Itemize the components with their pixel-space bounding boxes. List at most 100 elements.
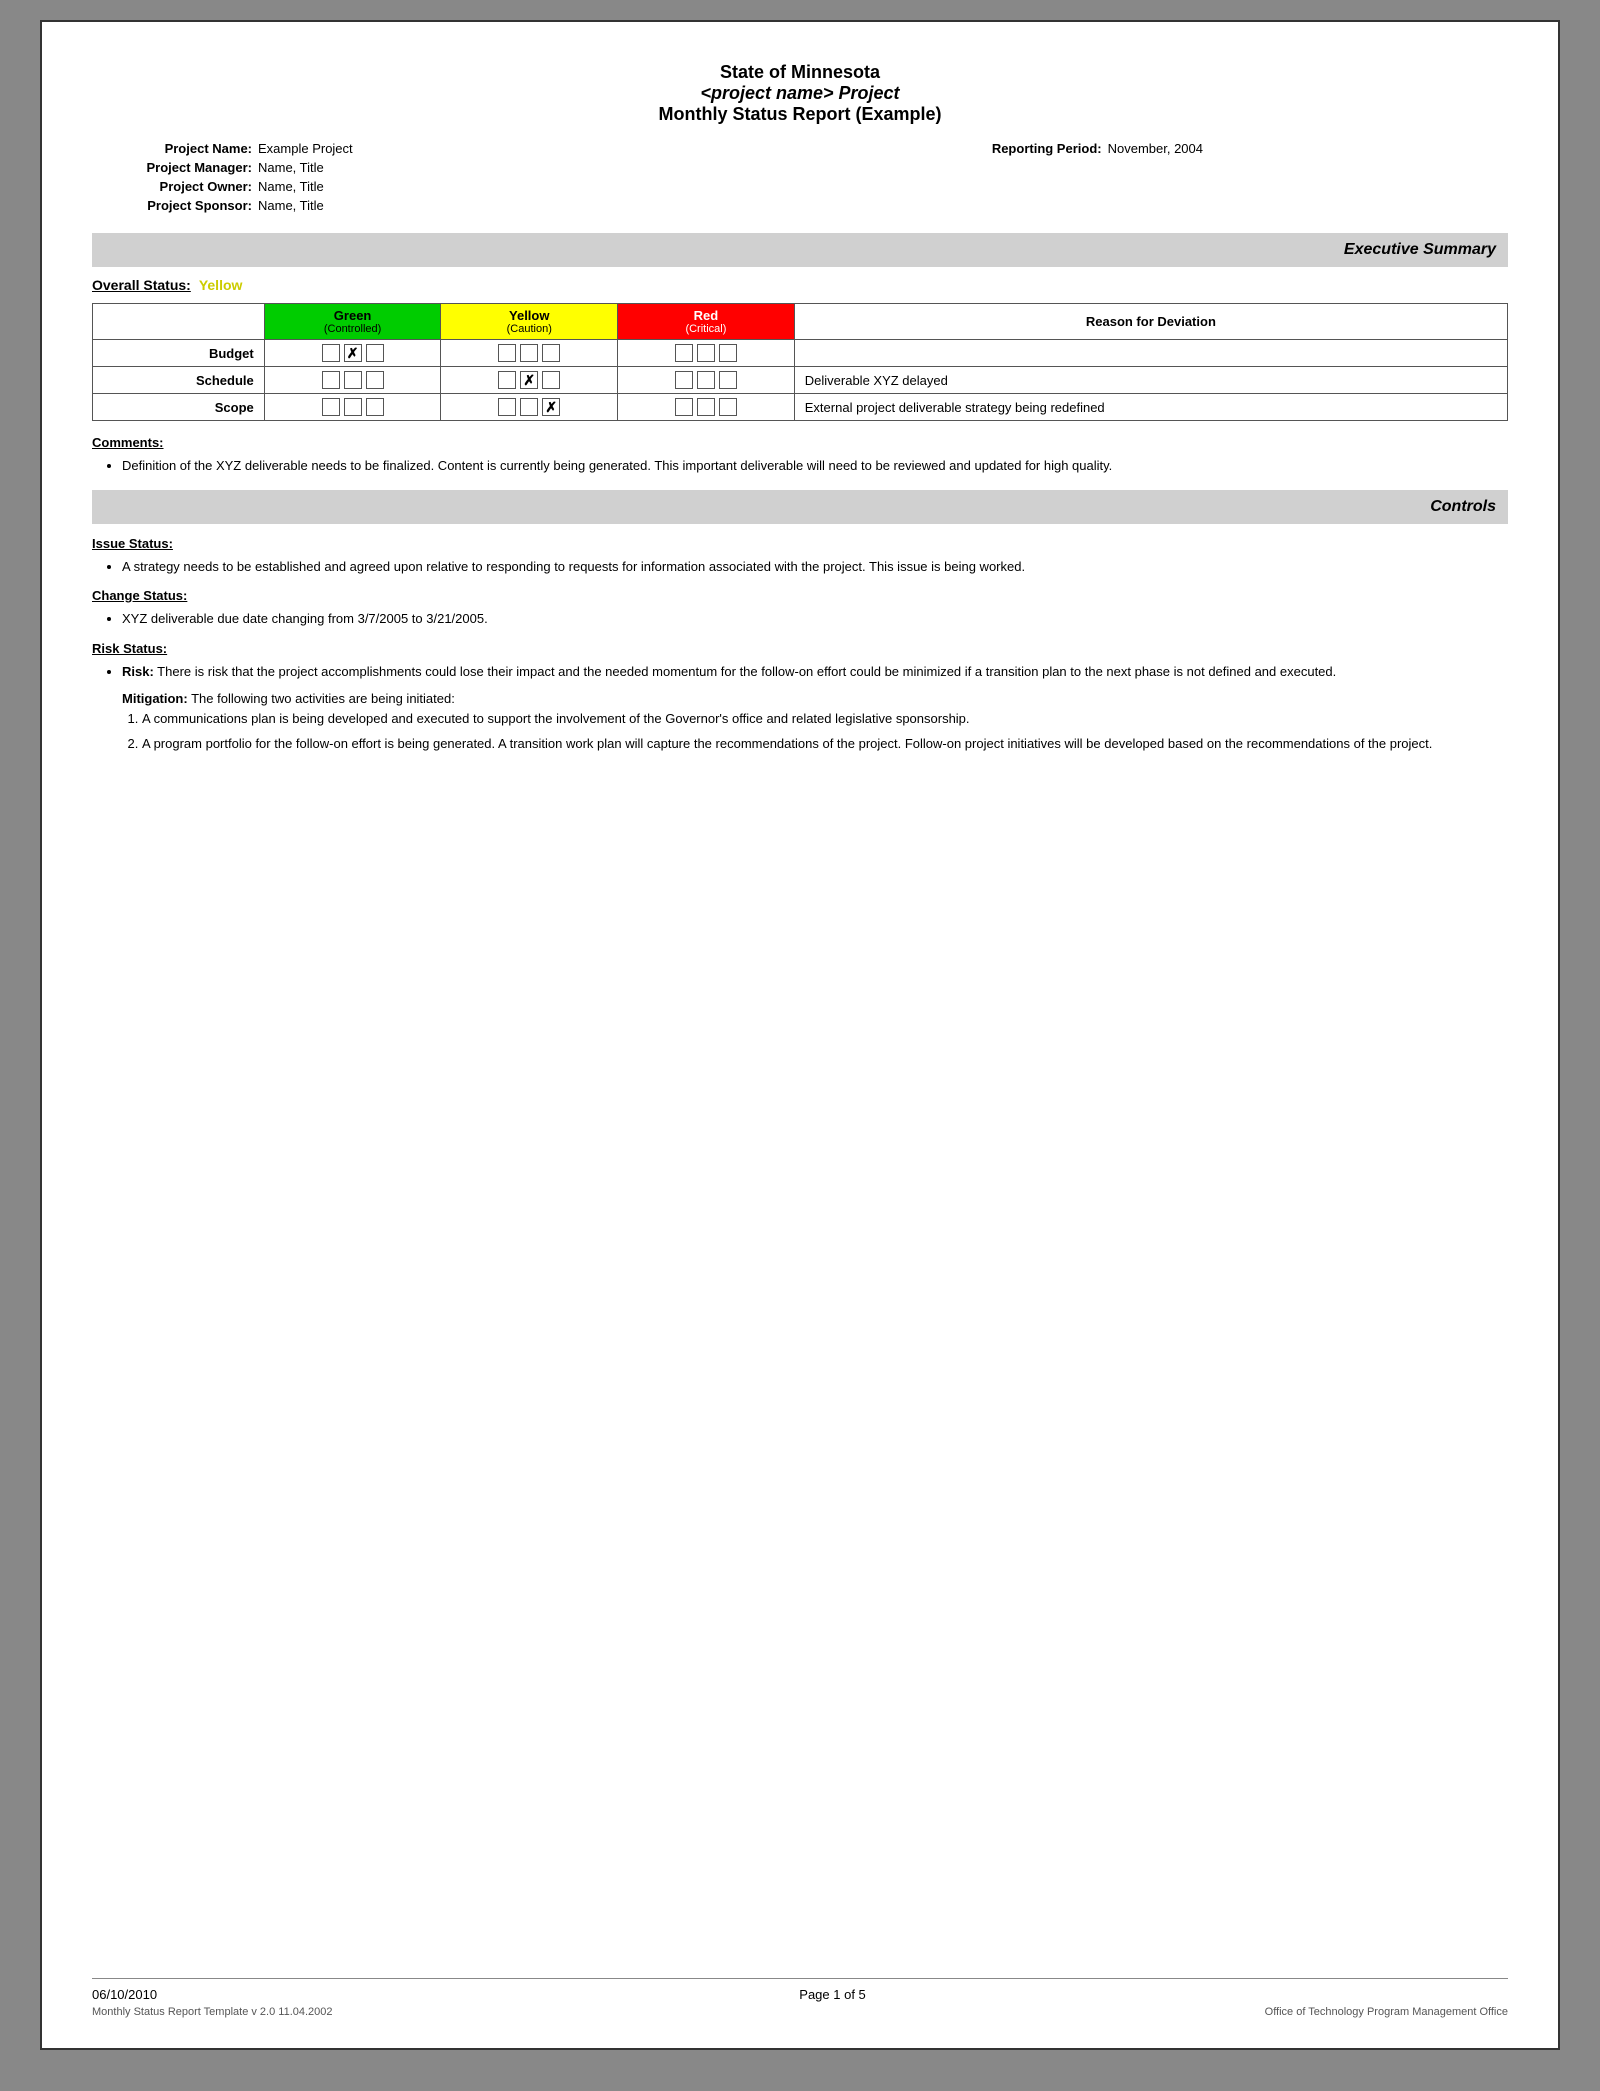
cb-by3 — [542, 344, 560, 362]
cb-sg1 — [322, 371, 340, 389]
cb-scr1 — [675, 398, 693, 416]
risk-item: Risk: There is risk that the project acc… — [122, 662, 1508, 682]
page: State of Minnesota <project name> Projec… — [40, 20, 1560, 2050]
project-info-right: Reporting Period: November, 2004 — [942, 141, 1508, 217]
cb-sy2: ✗ — [520, 371, 538, 389]
th-red: Red (Critical) — [618, 304, 795, 340]
mitigation-para: Mitigation: The following two activities… — [122, 689, 1508, 709]
project-name-label: Project Name: — [92, 141, 252, 156]
overall-status-value: Yellow — [199, 277, 243, 293]
project-sponsor-row: Project Sponsor: Name, Title — [92, 198, 942, 213]
scope-yellow: ✗ — [441, 394, 618, 421]
schedule-red-checkboxes — [626, 371, 786, 389]
table-header-row: Green (Controlled) Yellow (Caution) Red … — [93, 304, 1508, 340]
controls-header: Controls — [92, 490, 1508, 524]
cb-sy1 — [498, 371, 516, 389]
budget-label: Budget — [93, 340, 265, 367]
th-green: Green (Controlled) — [264, 304, 441, 340]
cb-scy1 — [498, 398, 516, 416]
project-name-value: Example Project — [258, 141, 353, 156]
cb-sr2 — [697, 371, 715, 389]
title-line2: <project name> Project — [92, 83, 1508, 104]
scope-red-checkboxes — [626, 398, 786, 416]
comments-label: Comments: — [92, 435, 1508, 450]
reporting-period-label: Reporting Period: — [942, 141, 1102, 156]
schedule-green-checkboxes — [273, 371, 433, 389]
mitigation-item-1: A communications plan is being developed… — [142, 709, 1508, 729]
scope-yellow-checkboxes: ✗ — [449, 398, 609, 416]
footer-date: 06/10/2010 — [92, 1987, 157, 2002]
cb-scg1 — [322, 398, 340, 416]
cb-bg2: ✗ — [344, 344, 362, 362]
issue-status-label: Issue Status: — [92, 536, 1508, 551]
table-row-budget: Budget ✗ — [93, 340, 1508, 367]
issue-status-item: A strategy needs to be established and a… — [122, 557, 1508, 577]
th-reason: Reason for Deviation — [794, 304, 1507, 340]
footer-office-sub: Office of Technology Program Management … — [1265, 2006, 1508, 2018]
cb-bg3 — [366, 344, 384, 362]
budget-red — [618, 340, 795, 367]
footer-template: Monthly Status Report Template v 2.0 11.… — [92, 2006, 333, 2018]
change-status-label: Change Status: — [92, 588, 1508, 603]
risk-text: There is risk that the project accomplis… — [154, 664, 1336, 679]
comments-item: Definition of the XYZ deliverable needs … — [122, 456, 1508, 476]
scope-reason: External project deliverable strategy be… — [794, 394, 1507, 421]
schedule-yellow: ✗ — [441, 367, 618, 394]
footer: 06/10/2010 Page 1 of 5 Monthly Status Re… — [92, 1978, 1508, 2018]
cb-by1 — [498, 344, 516, 362]
title-line3: Monthly Status Report (Example) — [92, 104, 1508, 125]
change-status-item: XYZ deliverable due date changing from 3… — [122, 609, 1508, 629]
risk-status-label: Risk Status: — [92, 641, 1508, 656]
mitigation-item-2: A program portfolio for the follow-on ef… — [142, 734, 1508, 754]
schedule-yellow-checkboxes: ✗ — [449, 371, 609, 389]
cb-scr3 — [719, 398, 737, 416]
overall-status: Overall Status: Yellow — [92, 277, 1508, 293]
project-info: Project Name: Example Project Project Ma… — [92, 141, 1508, 217]
project-sponsor-label: Project Sponsor: — [92, 198, 252, 213]
schedule-red — [618, 367, 795, 394]
change-status-list: XYZ deliverable due date changing from 3… — [122, 609, 1508, 629]
table-row-scope: Scope ✗ — [93, 394, 1508, 421]
scope-red — [618, 394, 795, 421]
mitigation-bold-label: Mitigation: — [122, 691, 188, 706]
title-line1: State of Minnesota — [92, 62, 1508, 83]
cb-scr2 — [697, 398, 715, 416]
mitigation-list: A communications plan is being developed… — [142, 709, 1508, 754]
table-empty-header — [93, 304, 265, 340]
project-owner-row: Project Owner: Name, Title — [92, 179, 942, 194]
cb-scy3: ✗ — [542, 398, 560, 416]
issue-status-section: Issue Status: A strategy needs to be est… — [92, 536, 1508, 577]
footer-page: Page 1 of 5 — [799, 1987, 866, 2002]
footer-main: 06/10/2010 Page 1 of 5 — [92, 1987, 1508, 2002]
cb-br2 — [697, 344, 715, 362]
project-manager-label: Project Manager: — [92, 160, 252, 175]
scope-green — [264, 394, 441, 421]
project-owner-value: Name, Title — [258, 179, 324, 194]
cb-sr3 — [719, 371, 737, 389]
project-owner-label: Project Owner: — [92, 179, 252, 194]
overall-status-label: Overall Status: — [92, 277, 191, 293]
schedule-label: Schedule — [93, 367, 265, 394]
cb-scy2 — [520, 398, 538, 416]
cb-by2 — [520, 344, 538, 362]
cb-sg2 — [344, 371, 362, 389]
cb-sg3 — [366, 371, 384, 389]
change-status-section: Change Status: XYZ deliverable due date … — [92, 588, 1508, 629]
project-info-left: Project Name: Example Project Project Ma… — [92, 141, 942, 217]
cb-br1 — [675, 344, 693, 362]
cb-bg1 — [322, 344, 340, 362]
comments-section: Comments: Definition of the XYZ delivera… — [92, 435, 1508, 476]
scope-label: Scope — [93, 394, 265, 421]
controls-title: Controls — [1430, 498, 1496, 515]
project-manager-row: Project Manager: Name, Title — [92, 160, 942, 175]
comments-list: Definition of the XYZ deliverable needs … — [122, 456, 1508, 476]
cb-scg2 — [344, 398, 362, 416]
reporting-period-row: Reporting Period: November, 2004 — [942, 141, 1508, 156]
th-yellow: Yellow (Caution) — [441, 304, 618, 340]
executive-summary-header: Executive Summary — [92, 233, 1508, 267]
risk-bold-label: Risk: — [122, 664, 154, 679]
status-table: Green (Controlled) Yellow (Caution) Red … — [92, 303, 1508, 421]
scope-green-checkboxes — [273, 398, 433, 416]
risk-status-list: Risk: There is risk that the project acc… — [122, 662, 1508, 682]
document-header: State of Minnesota <project name> Projec… — [92, 62, 1508, 125]
